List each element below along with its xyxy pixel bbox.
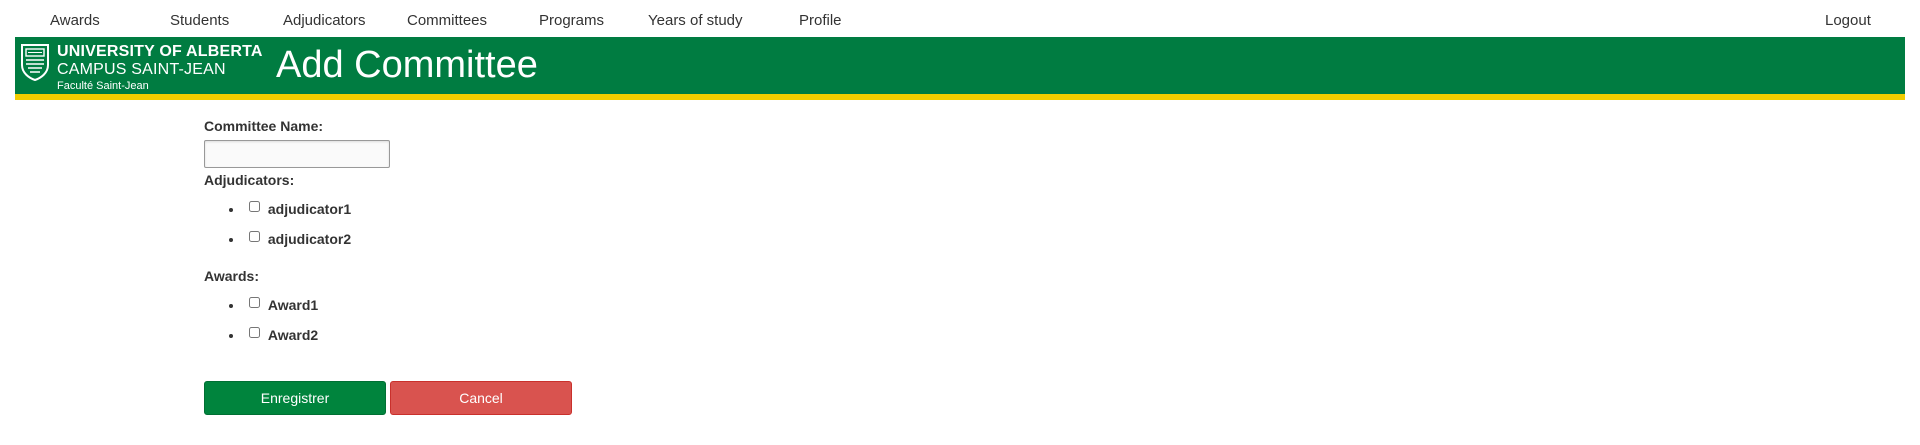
header-banner: UNIVERSITY OF ALBERTA CAMPUS SAINT-JEAN …	[15, 37, 1905, 94]
nav-awards[interactable]: Awards	[50, 11, 100, 31]
nav-years-of-study[interactable]: Years of study	[648, 11, 743, 31]
nav-profile[interactable]: Profile	[799, 11, 842, 31]
logo-university-name: UNIVERSITY OF ALBERTA	[57, 43, 263, 60]
awards-list: Award1 Award2	[204, 290, 804, 350]
header-accent-stripe	[15, 94, 1905, 100]
nav-logout[interactable]: Logout	[1825, 11, 1871, 31]
committee-name-label: Committee Name:	[204, 118, 324, 134]
page: Awards Students Adjudicators Committees …	[0, 0, 1920, 445]
adjudicators-list: adjudicator1 adjudicator2	[204, 194, 804, 254]
add-committee-form: Committee Name: Adjudicators: adjudicato…	[204, 116, 804, 350]
nav-students[interactable]: Students	[170, 11, 229, 31]
university-logo[interactable]: UNIVERSITY OF ALBERTA CAMPUS SAINT-JEAN …	[20, 42, 270, 92]
nav-committees[interactable]: Committees	[407, 11, 487, 31]
nav-programs[interactable]: Programs	[539, 11, 604, 31]
committee-name-input[interactable]	[204, 140, 390, 168]
logo-campus-name: CAMPUS SAINT-JEAN	[57, 61, 226, 78]
adjudicator1-checkbox[interactable]	[249, 201, 260, 212]
cancel-button[interactable]: Cancel	[390, 381, 572, 415]
nav-adjudicators[interactable]: Adjudicators	[283, 11, 366, 31]
awards-label: Awards:	[204, 268, 259, 284]
checkbox-label[interactable]: Award2	[268, 327, 318, 343]
page-title: Add Committee	[276, 44, 538, 86]
adjudicators-label: Adjudicators:	[204, 172, 295, 188]
adjudicator2-checkbox[interactable]	[249, 231, 260, 242]
list-item: Award2	[244, 320, 804, 350]
checkbox-label[interactable]: adjudicator2	[268, 231, 351, 247]
logo-faculty-name: Faculté Saint-Jean	[57, 80, 149, 92]
award2-checkbox[interactable]	[249, 327, 260, 338]
list-item: adjudicator2	[244, 224, 804, 254]
checkbox-label[interactable]: Award1	[268, 297, 318, 313]
list-item: adjudicator1	[244, 194, 804, 224]
award1-checkbox[interactable]	[249, 297, 260, 308]
list-item: Award1	[244, 290, 804, 320]
save-button[interactable]: Enregistrer	[204, 381, 386, 415]
checkbox-label[interactable]: adjudicator1	[268, 201, 351, 217]
top-navigation: Awards Students Adjudicators Committees …	[15, 0, 1905, 37]
shield-icon	[21, 44, 49, 81]
